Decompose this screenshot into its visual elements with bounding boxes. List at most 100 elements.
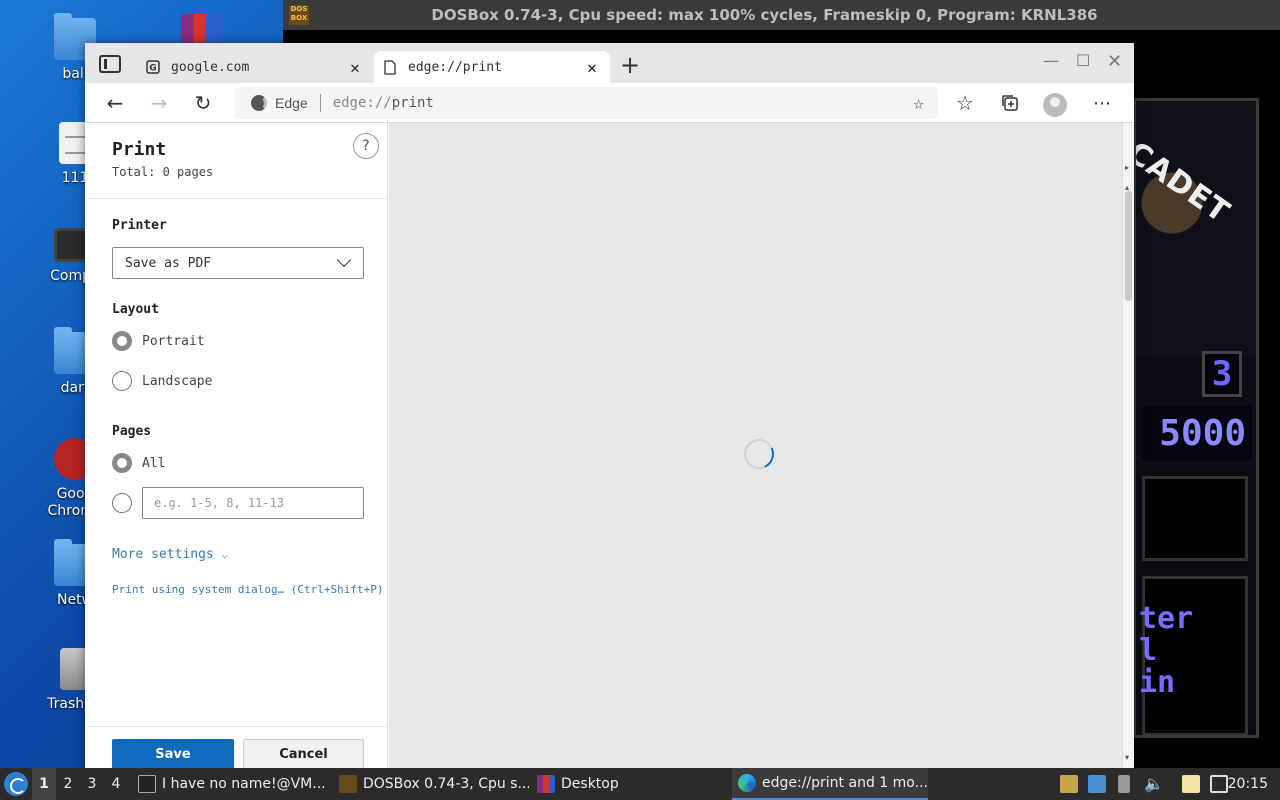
url-path: print [391,95,434,111]
url-text: edge://print [333,95,434,111]
save-button[interactable]: Save [112,739,234,771]
tab-title: google.com [171,59,250,75]
profile-avatar[interactable] [1043,93,1067,117]
url-scheme: edge:// [332,95,392,111]
display-icon[interactable] [1210,775,1228,793]
message-line: in [1139,665,1176,700]
task-label: edge://print and 1 mo... [762,775,928,791]
more-settings-label: More settings [112,547,214,562]
message-line: ter [1139,601,1194,636]
close-tab-icon[interactable]: ✕ [582,58,602,77]
chevron-down-icon [336,252,352,268]
message-line: l [1139,633,1158,668]
winrar-icon [537,775,555,793]
radio-unchecked[interactable] [112,493,132,513]
total-pages: Total: 0 pages [112,165,214,179]
divider [88,198,388,199]
task-dosbox[interactable]: DOSBox 0.74-3, Cpu s... [333,768,529,800]
maximize-icon[interactable]: ☐ [1076,51,1090,70]
starfield [1136,101,1256,356]
workspace-2[interactable]: 2 [56,768,80,800]
close-tab-icon[interactable]: ✕ [345,58,365,77]
help-icon[interactable]: ? [353,133,379,159]
page-icon [382,59,398,75]
pages-all-label: All [142,455,166,471]
tab-google[interactable]: G google.com ✕ [137,51,373,83]
back-icon[interactable]: ← [101,89,129,117]
landscape-label: Landscape [142,373,213,389]
toolbar: ← → ↻ Edge edge://print ☆ ☆ ⋯ [85,83,1134,123]
score-display: 5000 [1142,406,1252,461]
address-bar[interactable]: Edge edge://print ☆ [235,87,938,119]
edge-icon [738,774,756,792]
print-footer: Save Cancel [88,726,388,771]
layout-portrait-option[interactable]: Portrait [112,331,205,351]
layout-landscape-option[interactable]: Landscape [112,371,212,391]
message-box [1142,476,1248,561]
tray-network-icon[interactable] [1088,775,1106,793]
minimize-icon[interactable]: — [1043,51,1059,70]
radio-unchecked[interactable] [112,371,132,391]
google-favicon-icon: G [145,59,161,75]
cancel-button[interactable]: Cancel [243,739,364,771]
radio-checked[interactable] [112,453,132,473]
printer-label: Printer [112,218,167,233]
add-favorite-icon[interactable]: ☆ [913,93,924,114]
forward-icon[interactable]: → [145,89,173,117]
tab-actions-icon[interactable] [99,55,121,73]
start-menu-icon[interactable] [4,772,28,796]
scroll-up-icon[interactable]: ▸ [1125,163,1129,172]
printer-select[interactable]: Save as PDF [112,247,364,279]
edge-window: G google.com ✕ edge://print ✕ + — ☐ ✕ ← … [85,43,1134,771]
ball-count: 3 [1202,351,1242,397]
more-settings-link[interactable]: More settings ⌵ [112,547,228,562]
dosbox-icon: DOS BOX [289,5,309,25]
page-range-input[interactable] [142,487,364,519]
preview-scrollbar[interactable]: ▸ ▴ ▾ [1122,123,1134,768]
svg-text:G: G [149,64,156,74]
print-preview-area [389,123,1134,768]
tab-strip: G google.com ✕ edge://print ✕ + — ☐ ✕ [85,43,1134,83]
task-terminal[interactable]: I have no name!@VM... [132,768,328,800]
task-desktop[interactable]: Desktop [531,768,727,800]
refresh-icon[interactable]: ↻ [189,89,217,117]
scroll-down-icon[interactable]: ▾ [1125,753,1129,762]
workspace-3[interactable]: 3 [80,768,104,800]
close-window-icon[interactable]: ✕ [1107,51,1122,72]
workspace-1[interactable]: 1 [32,768,56,800]
print-title: Print [112,139,167,160]
pages-label: Pages [112,424,152,439]
dosbox-titlebar[interactable]: DOS BOX DOSBox 0.74-3, Cpu speed: max 10… [283,0,1280,30]
workspace-4[interactable]: 4 [104,768,128,800]
dosbox-icon [339,775,357,793]
task-label: Desktop [561,776,619,792]
pages-range-option[interactable] [112,487,364,519]
site-label: Edge [275,95,308,111]
printer-select-value: Save as PDF [125,255,212,271]
terminal-icon [138,775,156,793]
more-menu-icon[interactable]: ⋯ [1088,89,1116,117]
loading-spinner-icon [739,434,779,474]
dosbox-title: DOSBox 0.74-3, Cpu speed: max 100% cycle… [431,6,1098,24]
task-edge[interactable]: edge://print and 1 mo... [732,768,928,800]
scroll-thumb[interactable] [1125,191,1132,301]
new-tab-icon[interactable]: + [620,53,640,77]
clock[interactable]: 20:15 [1228,768,1268,800]
tray-storage-icon[interactable] [1118,775,1130,793]
favorites-icon[interactable]: ☆ [951,89,979,117]
layout-label: Layout [112,302,159,317]
collections-icon[interactable] [996,89,1024,117]
volume-icon[interactable]: 🔈 [1144,774,1164,793]
taskbar: 1 2 3 4 I have no name!@VM... DOSBox 0.7… [0,768,1280,800]
task-label: DOSBox 0.74-3, Cpu s... [363,776,529,792]
message-text-box: ter l in [1139,576,1248,735]
tray-archive-icon[interactable] [1060,775,1078,793]
clipboard-icon[interactable] [1182,775,1200,793]
print-panel: Print Total: 0 pages ? Printer Save as P… [88,123,388,771]
address-separator [319,94,321,112]
pages-all-option[interactable]: All [112,453,165,473]
system-dialog-link[interactable]: Print using system dialog… (Ctrl+Shift+P… [112,583,388,596]
tab-title: edge://print [408,59,502,75]
radio-checked[interactable] [112,331,132,351]
tab-print[interactable]: edge://print ✕ [374,51,610,83]
